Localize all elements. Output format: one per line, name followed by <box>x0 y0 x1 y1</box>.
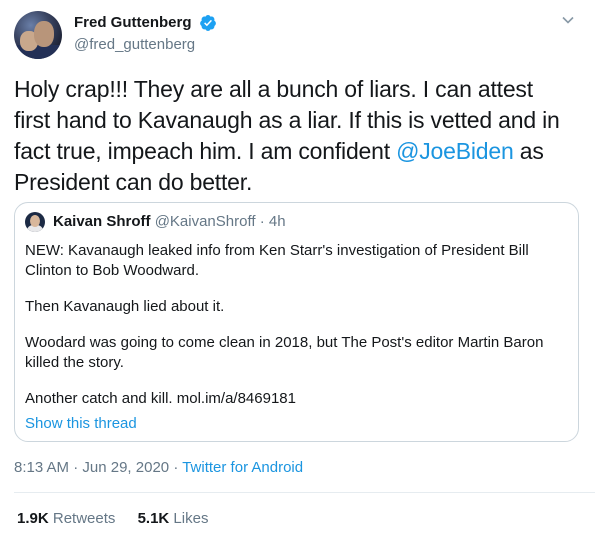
author-avatar[interactable] <box>14 11 62 59</box>
author-name-block[interactable]: Fred Guttenberg @fred_guttenberg <box>74 13 217 55</box>
quoted-paragraph: Then Kavanaugh lied about it. <box>25 298 225 315</box>
meta-separator: · <box>173 459 179 476</box>
meta-separator: · <box>73 459 79 476</box>
retweets-label: Retweets <box>52 510 116 527</box>
verified-badge-icon <box>200 15 216 31</box>
mention-link[interactable]: @JoeBiden <box>396 138 514 164</box>
tweet-text: Holy crap!!! They are all a bunch of lia… <box>14 74 574 198</box>
quoted-author-avatar <box>25 212 45 232</box>
tweet-meta: 8:13 AM · Jun 29, 2020 · Twitter for And… <box>14 458 303 478</box>
likes-label: Likes <box>173 510 209 527</box>
quoted-paragraph: NEW: Kavanaugh leaked info from Ken Star… <box>25 242 529 279</box>
retweets-stat[interactable]: 1.9K Retweets <box>17 509 115 529</box>
tweet-header: Fred Guttenberg @fred_guttenberg <box>14 11 581 61</box>
engagement-stats: 1.9K Retweets 5.1K Likes <box>17 509 226 529</box>
show-thread-link[interactable]: Show this thread <box>25 414 137 434</box>
likes-stat[interactable]: 5.1K Likes <box>138 509 209 529</box>
source-link[interactable]: Twitter for Android <box>182 459 303 476</box>
quoted-tweet-body: NEW: Kavanaugh leaked info from Ken Star… <box>25 241 565 409</box>
quoted-author-handle: @KaivanShroff <box>154 213 256 230</box>
chevron-down-icon[interactable] <box>561 13 575 27</box>
author-display-name[interactable]: Fred Guttenberg <box>74 13 192 33</box>
author-handle[interactable]: @fred_guttenberg <box>74 35 217 55</box>
quoted-paragraph: Woodard was going to come clean in 2018,… <box>25 334 544 371</box>
divider <box>14 492 595 493</box>
retweets-count: 1.9K <box>17 510 49 527</box>
quoted-tweet-card[interactable]: Kaivan Shroff @KaivanShroff · 4h NEW: Ka… <box>14 202 579 442</box>
likes-count: 5.1K <box>137 510 170 527</box>
quoted-time: 4h <box>268 213 286 230</box>
tweet-date[interactable]: Jun 29, 2020 <box>82 459 169 476</box>
tweet-time[interactable]: 8:13 AM <box>14 459 69 476</box>
quoted-paragraph: Another catch and kill. mol.im/a/8469181 <box>25 390 296 407</box>
quoted-author-name: Kaivan Shroff <box>53 213 151 230</box>
quoted-separator: · <box>259 213 265 230</box>
